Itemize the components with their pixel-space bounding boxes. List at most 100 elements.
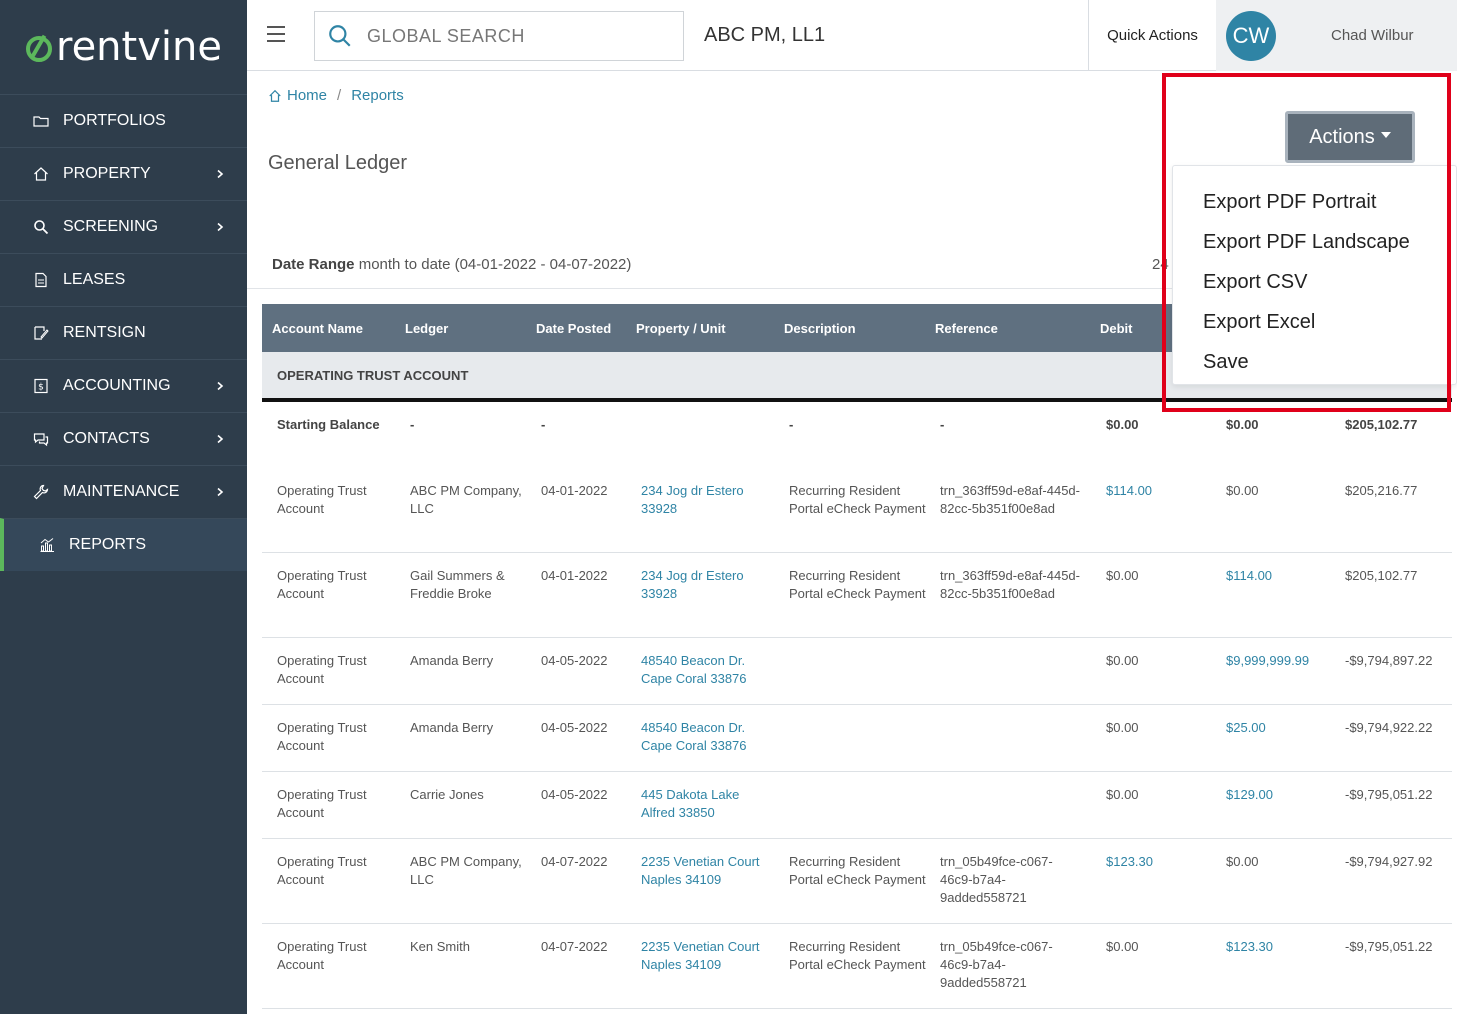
column-header[interactable]: Date Posted: [536, 321, 611, 336]
sidebar: rentvine PORTFOLIOS PROPERTY SCREENING LEAS…: [0, 0, 247, 1014]
breadcrumb-separator: /: [337, 87, 342, 104]
cell-balance: -$9,794,922.22: [1345, 720, 1433, 735]
svg-text:$: $: [38, 383, 44, 393]
avatar[interactable]: CW: [1226, 10, 1276, 61]
cell-reference: trn_363ff59d-e8af-445d-82cc-5b351f00e8ad: [940, 483, 1080, 516]
chart-icon: [38, 536, 56, 554]
column-header[interactable]: Reference: [935, 321, 998, 336]
cell-debit: $0.00: [1106, 939, 1139, 954]
cell-property-link[interactable]: 48540 Beacon Dr. Cape Coral 33876: [641, 638, 771, 702]
breadcrumb-reports-link[interactable]: Reports: [351, 87, 404, 104]
user-name[interactable]: Chad Wilbur: [1331, 27, 1414, 44]
cell-reference: trn_363ff59d-e8af-445d-82cc-5b351f00e8ad: [940, 568, 1080, 601]
starting-balance-label: Starting Balance: [277, 417, 380, 432]
cell-ledger: -: [410, 417, 415, 432]
date-range-value: month to date (04-01-2022 - 04-07-2022): [358, 256, 632, 273]
cell-credit: $0.00: [1226, 854, 1259, 869]
cell-debit[interactable]: $114.00: [1106, 468, 1206, 514]
cell-credit[interactable]: $9,999,999.99: [1226, 638, 1336, 684]
rentvine-logo[interactable]: rentvine: [0, 0, 247, 94]
table-row: Operating Trust Account Carrie Jones 04-05…: [262, 772, 1452, 839]
cell-ledger: Amanda Berry: [410, 720, 494, 735]
chevron-right-icon: [217, 487, 224, 497]
sidebar-item-label: LEASES: [63, 271, 126, 288]
cell-date: 04-07-2022: [541, 854, 608, 869]
cell-reference: -: [940, 417, 945, 432]
sidebar-item-contacts[interactable]: CONTACTS: [0, 412, 247, 465]
sidebar-item-accounting[interactable]: $ ACCOUNTING: [0, 359, 247, 412]
cell-reference: [940, 772, 1080, 800]
sidebar-item-label: PORTFOLIOS: [63, 112, 166, 129]
dollar-icon: $: [32, 377, 50, 395]
sidebar-item-property[interactable]: PROPERTY: [0, 147, 247, 200]
sidebar-item-maintenance[interactable]: MAINTENANCE: [0, 465, 247, 518]
cell-description: Recurring Resident Portal eCheck Payment: [789, 568, 926, 601]
breadcrumb-home-link[interactable]: Home: [287, 87, 327, 104]
cell-credit[interactable]: $123.30: [1226, 924, 1336, 970]
table-row: Operating Trust Account Amanda Berry 04-05…: [262, 638, 1452, 705]
cell-property-link[interactable]: 48540 Beacon Dr. Cape Coral 33876: [641, 705, 771, 769]
cell-ledger: Gail Summers & Freddie Broke: [410, 568, 505, 601]
menu-toggle-icon[interactable]: [267, 26, 285, 42]
column-header[interactable]: Account Name: [272, 321, 363, 336]
date-range-label: Date Range: [272, 256, 355, 273]
cell-credit[interactable]: $114.00: [1226, 553, 1336, 599]
cell-description: Recurring Resident Portal eCheck Payment: [789, 483, 926, 516]
cell-ledger: ABC PM Company, LLC: [410, 483, 522, 516]
cell-debit[interactable]: $123.30: [1106, 839, 1206, 885]
cell-credit[interactable]: $129.00: [1226, 772, 1336, 818]
column-header[interactable]: Debit: [1100, 321, 1133, 336]
table-row: Operating Trust Account Ken Smith 04-07-20…: [262, 924, 1452, 1009]
column-header[interactable]: Description: [784, 321, 856, 336]
user-menu[interactable]: CW Chad Wilbur: [1216, 0, 1457, 71]
cell-balance: -$9,794,897.22: [1345, 653, 1433, 668]
cell-property-link[interactable]: 445 Dakota Lake Alfred 33850: [641, 772, 771, 836]
top-bar: ABC PM, LL1 Quick Actions CW Chad Wilbur: [247, 0, 1457, 71]
cell-debit: $0.00: [1106, 653, 1139, 668]
global-search-input[interactable]: [367, 25, 657, 47]
cell-account: Operating Trust Account: [277, 939, 367, 972]
chevron-right-icon: [217, 169, 224, 179]
global-search[interactable]: [314, 11, 684, 61]
table-row: Operating Trust Account ABC PM Company, L…: [262, 468, 1452, 553]
cell-balance: -$9,794,927.92: [1345, 854, 1433, 869]
cell-property-link[interactable]: 234 Jog dr Estero 33928: [641, 468, 771, 532]
cell-date: -: [541, 417, 546, 432]
leaf-logo-icon: [26, 36, 52, 62]
cell-credit[interactable]: $25.00: [1226, 705, 1336, 751]
sidebar-item-leases[interactable]: LEASES: [0, 253, 247, 306]
cell-date: 04-05-2022: [541, 653, 608, 668]
company-name[interactable]: ABC PM, LL1: [704, 24, 825, 47]
cell-date: 04-01-2022: [541, 568, 608, 583]
cell-account: Operating Trust Account: [277, 483, 367, 516]
cell-reference: trn_05b49fce-c067-46c9-b7a4-9added558721: [940, 854, 1053, 905]
signature-icon: [32, 324, 50, 342]
date-range: Date Range month to date (04-01-2022 - 0…: [272, 256, 631, 273]
cell-ledger: Carrie Jones: [410, 787, 484, 802]
chevron-right-icon: [217, 222, 224, 232]
sidebar-item-label: SCREENING: [63, 218, 159, 235]
cell-property-link[interactable]: 234 Jog dr Estero 33928: [641, 553, 771, 617]
column-header[interactable]: Ledger: [405, 321, 448, 336]
cell-property-link[interactable]: 2235 Venetian Court Naples 34109: [641, 839, 771, 903]
sidebar-item-reports[interactable]: REPORTS: [0, 518, 247, 571]
table-row: Operating Trust Account ABC PM Company, L…: [262, 839, 1452, 924]
sidebar-item-label: CONTACTS: [63, 430, 150, 447]
sidebar-item-rentsign[interactable]: RENTSIGN: [0, 306, 247, 359]
cell-description: Recurring Resident Portal eCheck Payment: [789, 854, 926, 887]
sidebar-item-label: ACCOUNTING: [63, 377, 171, 394]
cell-date: 04-07-2022: [541, 939, 608, 954]
quick-actions-button[interactable]: Quick Actions: [1088, 0, 1216, 71]
cell-description: [789, 705, 929, 733]
column-header[interactable]: Property / Unit: [636, 321, 726, 336]
cell-property-link[interactable]: 2235 Venetian Court Naples 34109: [641, 924, 771, 988]
sidebar-item-screening[interactable]: SCREENING: [0, 200, 247, 253]
cell-balance: $205,216.77: [1345, 483, 1418, 498]
sidebar-item-portfolios[interactable]: PORTFOLIOS: [0, 94, 247, 147]
cell-ledger: Amanda Berry: [410, 653, 494, 668]
cell-balance: -$9,795,051.22: [1345, 787, 1433, 802]
sidebar-item-label: PROPERTY: [63, 165, 151, 182]
cell-description: [789, 638, 929, 666]
chevron-right-icon: [217, 381, 224, 391]
folder-icon: [32, 112, 50, 130]
